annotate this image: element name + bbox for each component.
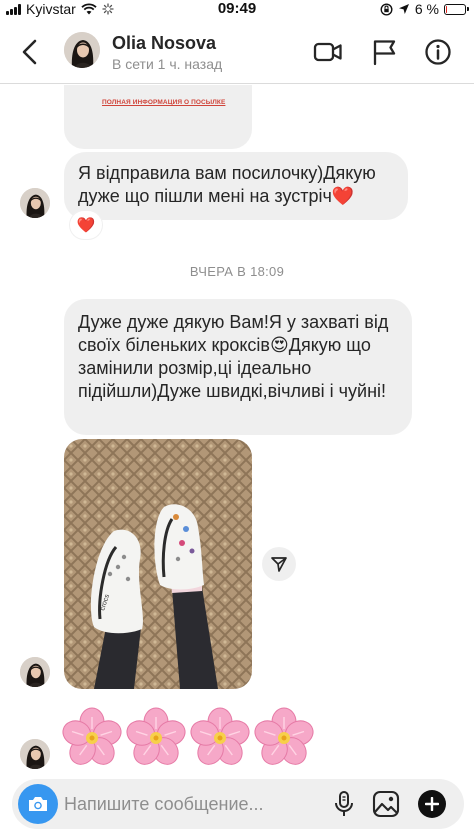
message-bubble[interactable]: Я відправила вам посилочку)Дякую дуже що… xyxy=(64,152,408,220)
message-composer xyxy=(12,779,464,829)
camera-icon xyxy=(29,797,47,811)
battery-percent: 6 % xyxy=(414,1,439,17)
gallery-icon[interactable] xyxy=(372,790,400,818)
package-info-link[interactable]: ПОЛНАЯ ИНФОРМАЦИЯ О ПОСЫЛКЕ xyxy=(102,99,225,106)
heart-reaction[interactable]: ❤️ xyxy=(70,211,102,239)
heart-eyes-emoji: 😍 xyxy=(269,335,289,355)
cherry-blossom-icon xyxy=(62,707,122,765)
cherry-blossom-icon xyxy=(190,707,250,765)
photo-message[interactable]: crocs xyxy=(64,439,252,689)
microphone-icon[interactable] xyxy=(332,790,356,818)
camera-button[interactable] xyxy=(18,784,58,824)
info-icon[interactable] xyxy=(424,38,454,66)
header-avatar[interactable] xyxy=(64,32,100,68)
video-call-icon[interactable] xyxy=(313,38,343,66)
battery-icon xyxy=(444,3,469,15)
flag-icon[interactable] xyxy=(370,38,400,66)
shared-card-bubble[interactable]: ПОЛНАЯ ИНФОРМАЦИЯ О ПОСЫЛКЕ xyxy=(64,85,252,149)
cherry-blossom-emoji-message[interactable] xyxy=(62,707,314,767)
plus-icon xyxy=(425,797,439,811)
screen-lock-icon xyxy=(380,2,393,16)
status-bar: Kyivstar 09:49 6 % xyxy=(0,0,474,18)
message-bubble[interactable]: Дуже дуже дякую Вам!Я у захваті від свої… xyxy=(64,299,412,435)
add-button[interactable] xyxy=(418,790,446,818)
sender-avatar[interactable] xyxy=(20,657,50,687)
location-icon xyxy=(398,4,409,14)
message-list[interactable]: ПОЛНАЯ ИНФОРМАЦИЯ О ПОСЫЛКЕ Я відправила… xyxy=(0,85,474,777)
status-right: 6 % xyxy=(380,1,469,17)
share-button[interactable] xyxy=(262,547,296,581)
heart-emoji: ❤️ xyxy=(331,186,355,206)
message-input[interactable] xyxy=(64,789,324,819)
battery-level-fill xyxy=(446,5,448,13)
contact-status: В сети 1 ч. назад xyxy=(112,56,223,72)
sender-avatar[interactable] xyxy=(20,188,50,218)
contact-name[interactable]: Olia Nosova xyxy=(112,33,216,54)
cherry-blossom-icon xyxy=(126,707,186,765)
back-icon[interactable] xyxy=(18,38,42,66)
date-separator: ВЧЕРА В 18:09 xyxy=(189,264,285,279)
send-icon xyxy=(271,557,287,572)
chat-header: Olia Nosova В сети 1 ч. назад xyxy=(0,18,474,84)
cherry-blossom-icon xyxy=(254,707,314,765)
sender-avatar[interactable] xyxy=(20,739,50,769)
